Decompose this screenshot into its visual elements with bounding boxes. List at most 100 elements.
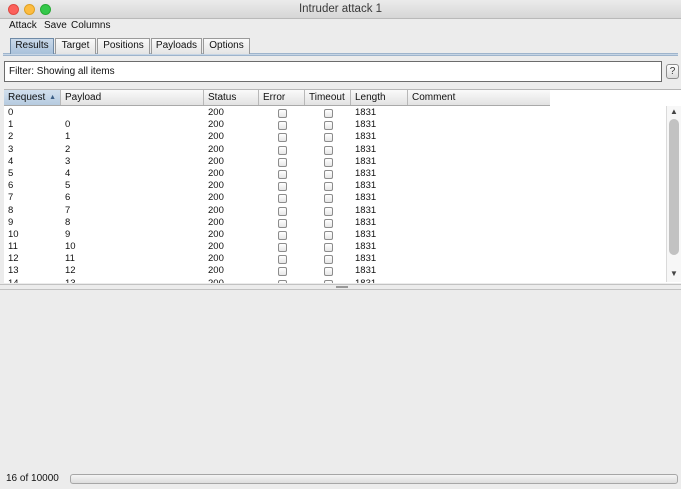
tab-payloads[interactable]: Payloads <box>151 38 202 54</box>
cell-payload: 6 <box>65 192 71 204</box>
cell-payload: 10 <box>65 241 76 253</box>
table-row[interactable]: 6 5 200 1831 <box>4 180 550 192</box>
table-row[interactable]: 1 0 200 1831 <box>4 119 550 131</box>
error-checkbox <box>278 255 287 265</box>
cell-status: 200 <box>208 216 224 228</box>
tab-results[interactable]: Results <box>10 38 54 54</box>
error-checkbox <box>278 230 287 240</box>
tab-target[interactable]: Target <box>55 38 96 54</box>
cell-request: 3 <box>8 143 14 155</box>
table-body: 0 200 1831 1 0 200 1831 2 1 200 1831 3 2 200 1831 4 3 200… <box>4 107 550 283</box>
error-checkbox <box>278 218 287 228</box>
cell-request: 5 <box>8 167 14 179</box>
cell-request: 10 <box>8 228 19 240</box>
cell-length: 1831 <box>355 107 377 118</box>
cell-payload: 3 <box>65 155 71 167</box>
cell-status: 200 <box>208 228 224 240</box>
column-header-request[interactable]: Request ▲ <box>4 90 61 105</box>
table-row[interactable]: 2 1 200 1831 <box>4 131 550 143</box>
status-bar: 16 of 10000 <box>0 469 681 489</box>
timeout-checkbox <box>324 109 333 118</box>
results-table: Request ▲ Payload Status Error Timeout L… <box>4 89 681 283</box>
cell-request: 8 <box>8 204 14 216</box>
table-row[interactable]: 3 2 200 1831 <box>4 144 550 156</box>
column-header-payload[interactable]: Payload <box>61 90 204 105</box>
scroll-down-icon[interactable]: ▼ <box>670 269 678 278</box>
error-checkbox <box>278 279 287 283</box>
header-filler <box>550 90 666 106</box>
cell-length: 1831 <box>355 131 377 143</box>
cell-status: 200 <box>208 204 224 216</box>
cell-length: 1831 <box>355 119 377 131</box>
table-row[interactable]: 9 8 200 1831 <box>4 217 550 229</box>
scrollbar-thumb[interactable] <box>669 119 679 255</box>
timeout-checkbox <box>324 194 333 204</box>
table-row[interactable]: 11 10 200 1831 <box>4 241 550 253</box>
table-row[interactable]: 0 200 1831 <box>4 107 550 119</box>
timeout-checkbox <box>324 121 333 131</box>
scroll-up-icon[interactable]: ▲ <box>670 107 678 116</box>
table-row[interactable]: 8 7 200 1831 <box>4 205 550 217</box>
splitter-grip-icon[interactable] <box>336 286 348 288</box>
column-header-length[interactable]: Length <box>351 90 408 105</box>
error-checkbox <box>278 133 287 143</box>
timeout-checkbox <box>324 218 333 228</box>
timeout-checkbox <box>324 206 333 216</box>
cell-payload: 2 <box>65 143 71 155</box>
cell-request: 13 <box>8 265 19 277</box>
cell-length: 1831 <box>355 228 377 240</box>
cell-request: 12 <box>8 253 19 265</box>
cell-payload: 12 <box>65 265 76 277</box>
cell-payload: 7 <box>65 204 71 216</box>
timeout-checkbox <box>324 157 333 167</box>
tab-positions[interactable]: Positions <box>97 38 150 54</box>
cell-request: 9 <box>8 216 14 228</box>
cell-status: 200 <box>208 143 224 155</box>
cell-length: 1831 <box>355 241 377 253</box>
cell-payload: 9 <box>65 228 71 240</box>
cell-status: 200 <box>208 107 224 118</box>
cell-request: 11 <box>8 241 18 253</box>
cell-request: 4 <box>8 155 14 167</box>
help-button[interactable]: ? <box>666 64 679 79</box>
cell-status: 200 <box>208 265 224 277</box>
cell-payload: 0 <box>65 119 71 131</box>
cell-status: 200 <box>208 131 224 143</box>
cell-request: 2 <box>8 131 14 143</box>
cell-payload: 13 <box>65 278 76 283</box>
table-header: Request ▲ Payload Status Error Timeout L… <box>4 90 550 106</box>
timeout-checkbox <box>324 267 333 277</box>
column-header-error[interactable]: Error <box>259 90 305 105</box>
timeout-checkbox <box>324 145 333 155</box>
cell-request: 7 <box>8 192 14 204</box>
menu-attack[interactable]: Attack <box>9 20 37 31</box>
cell-status: 200 <box>208 180 224 192</box>
filter-bar[interactable]: Filter: Showing all items <box>4 61 662 82</box>
cell-length: 1831 <box>355 155 377 167</box>
cell-length: 1831 <box>355 278 376 283</box>
vertical-scrollbar[interactable]: ▲ ▼ <box>666 106 681 282</box>
table-row[interactable]: 4 3 200 1831 <box>4 156 550 168</box>
cell-length: 1831 <box>355 167 377 179</box>
menu-save[interactable]: Save <box>44 20 67 31</box>
table-row[interactable]: 12 11 200 1831 <box>4 253 550 265</box>
column-header-timeout[interactable]: Timeout <box>305 90 351 105</box>
tab-options[interactable]: Options <box>203 38 250 54</box>
table-row[interactable]: 14 13 200 1831 <box>4 278 550 283</box>
cell-request: 14 <box>8 278 19 283</box>
cell-status: 200 <box>208 241 224 253</box>
cell-status: 200 <box>208 119 224 131</box>
error-checkbox <box>278 243 287 253</box>
cell-length: 1831 <box>355 204 377 216</box>
column-header-status[interactable]: Status <box>204 90 259 105</box>
menu-bar: Attack Save Columns <box>0 19 681 34</box>
cell-length: 1831 <box>355 180 377 192</box>
cell-length: 1831 <box>355 192 377 204</box>
error-checkbox <box>278 267 287 277</box>
column-header-comment[interactable]: Comment <box>408 90 550 105</box>
table-row[interactable]: 7 6 200 1831 <box>4 192 550 204</box>
table-row[interactable]: 13 12 200 1831 <box>4 265 550 277</box>
table-row[interactable]: 5 4 200 1831 <box>4 168 550 180</box>
table-row[interactable]: 10 9 200 1831 <box>4 229 550 241</box>
menu-columns[interactable]: Columns <box>71 20 110 31</box>
